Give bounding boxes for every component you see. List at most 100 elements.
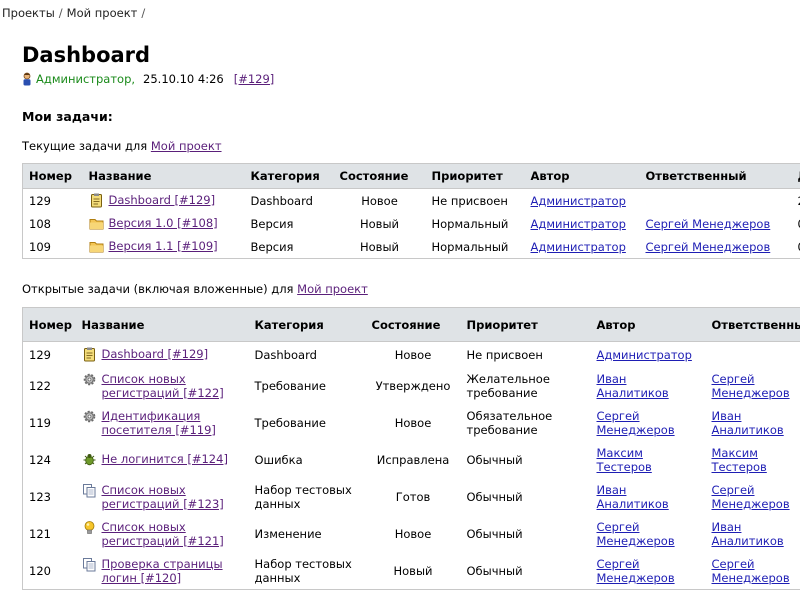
table-row[interactable]: 124 Не логинится [#124] Ошибка Исправлена Об…	[23, 441, 800, 478]
note-icon	[82, 347, 97, 362]
issue-id: 108	[29, 216, 51, 231]
column-header[interactable]: Приоритет	[460, 307, 591, 342]
table-row[interactable]: 129 Dashboard [#129] Dashboard Новое Не прис…	[23, 189, 800, 213]
author-link[interactable]: Сергей Менеджеров	[597, 557, 675, 585]
column-header[interactable]: Ответственный	[639, 163, 792, 189]
assignee-link[interactable]: Сергей Менеджеров	[712, 372, 790, 400]
issue-link[interactable]: Список новых регистраций [#122]	[102, 372, 243, 400]
breadcrumb-my-project[interactable]: Мой проект	[67, 6, 138, 20]
column-header[interactable]: Ответственный	[705, 307, 800, 342]
bug-icon	[82, 452, 97, 467]
category-cell: Ошибка	[254, 452, 303, 467]
current-tasks-label: Текущие задачи для	[22, 139, 148, 153]
issue-link[interactable]: Не логинится [#124]	[102, 452, 228, 466]
issue-id: 129	[29, 193, 51, 208]
author: Сергей Менеджеров	[591, 552, 706, 590]
column-header[interactable]: Автор	[590, 307, 706, 342]
column-header[interactable]: Автор	[524, 163, 640, 189]
category-cell: Требование	[254, 378, 326, 393]
project-link[interactable]: Мой проект	[151, 139, 222, 153]
issue-link[interactable]: Dashboard [#129]	[102, 347, 209, 361]
breadcrumb-projects[interactable]: Проекты	[2, 6, 55, 20]
category-cell: Требование	[254, 415, 326, 430]
assignee-link[interactable]: Сергей Менеджеров	[646, 240, 771, 254]
issue-id: 119	[29, 415, 51, 430]
column-header[interactable]: Название	[82, 163, 245, 189]
title-cell: Не логинится [#124]	[76, 441, 249, 478]
issue-ref-link[interactable]: [#129]	[234, 72, 275, 86]
priority-cell: Обычный	[466, 563, 523, 578]
assignee: Иван Аналитиков	[706, 404, 800, 441]
issue-id: 109	[29, 239, 51, 254]
user-icon	[23, 72, 31, 86]
assignee-link[interactable]: Сергей Менеджеров	[712, 557, 790, 585]
author-link[interactable]: Администратор	[597, 348, 692, 362]
project-link[interactable]: Мой проект	[297, 282, 368, 296]
assignee: Иван Аналитиков	[706, 515, 800, 552]
author-link[interactable]: Максим Тестеров	[597, 446, 652, 474]
folder-icon	[89, 239, 104, 254]
priority-cell: Обычный	[466, 452, 523, 467]
issue-link[interactable]: Проверка страницы логин [#120]	[102, 557, 243, 585]
assignee: Сергей Менеджеров	[706, 552, 800, 590]
table-row[interactable]: 120 Проверка страницы логин [#120] Набор т…	[23, 552, 800, 590]
table-row[interactable]: 108 Версия 1.0 [#108] Версия Новый Нормальны…	[23, 212, 800, 235]
column-header[interactable]: Приоритет	[425, 163, 525, 189]
priority-cell: Не присвоен	[466, 347, 543, 362]
extra-cell: 0	[792, 212, 800, 235]
author-link[interactable]: Сергей Менеджеров	[597, 409, 675, 437]
table-row[interactable]: 119 Идентификация посетителя [#119] Требов…	[23, 404, 800, 441]
table-row[interactable]: 109 Версия 1.1 [#109] Версия Новый Нормальны…	[23, 235, 800, 259]
priority-cell: Обычный	[466, 526, 523, 541]
page-title: Dashboard	[22, 43, 151, 67]
author-link[interactable]: Сергей Менеджеров	[597, 520, 675, 548]
table-row[interactable]: 123 Список новых регистраций [#123] Набор …	[23, 478, 800, 515]
current-tasks-table: Номер Название Категория Состояние Приор…	[22, 163, 800, 259]
column-header[interactable]: Категория	[248, 307, 366, 342]
table-row[interactable]: 121 Список новых регистраций [#121] Измене…	[23, 515, 800, 552]
issue-link[interactable]: Версия 1.1 [#109]	[109, 239, 218, 253]
column-header[interactable]: Номер	[22, 307, 76, 342]
author-link[interactable]: Иван Аналитиков	[597, 483, 669, 511]
author-link[interactable]: Администратор	[531, 217, 626, 231]
assignee	[706, 342, 800, 368]
priority-cell: Нормальный	[431, 239, 509, 254]
table-row[interactable]: 122 Список новых регистраций [#122] Требов…	[23, 367, 800, 404]
issue-link[interactable]: Список новых регистраций [#121]	[102, 520, 243, 548]
column-header[interactable]: Состояние	[333, 163, 426, 189]
author-link[interactable]: Администратор	[531, 240, 626, 254]
author: Администратор	[525, 189, 640, 213]
table-header-row: Номер Название Категория Состояние Приор…	[22, 163, 800, 189]
issue-link[interactable]: Dashboard [#129]	[109, 193, 216, 207]
breadcrumb-separator: /	[141, 6, 146, 20]
open-tasks-label: Открытые задачи (включая вложенные) для	[22, 282, 294, 296]
column-header[interactable]: Номер	[22, 163, 83, 189]
column-header[interactable]: Д	[791, 163, 800, 189]
column-header[interactable]: Название	[75, 307, 249, 342]
column-header[interactable]: Состояние	[365, 307, 461, 342]
assignee-link[interactable]: Сергей Менеджеров	[712, 483, 790, 511]
note-icon	[89, 193, 104, 208]
title-cell: Идентификация посетителя [#119]	[76, 404, 249, 441]
column-header[interactable]: Категория	[244, 163, 334, 189]
table-row[interactable]: 129 Dashboard [#129] Dashboard Новое Не прис…	[23, 342, 800, 368]
priority-cell: Желательное требование	[466, 371, 550, 400]
assignee: Максим Тестеров	[706, 441, 800, 478]
issue-link[interactable]: Версия 1.0 [#108]	[109, 216, 218, 230]
assignee-link[interactable]: Иван Аналитиков	[712, 409, 784, 437]
category-cell: Версия	[250, 216, 294, 231]
title-cell: Dashboard [#129]	[83, 189, 245, 213]
status-cell: Новое	[361, 193, 398, 208]
current-tasks-caption: Текущие задачи для Мой проект	[22, 139, 222, 153]
issue-link[interactable]: Список новых регистраций [#123]	[102, 483, 243, 511]
assignee-link[interactable]: Сергей Менеджеров	[646, 217, 771, 231]
author: Иван Аналитиков	[591, 478, 706, 515]
status-cell: Новый	[393, 563, 433, 578]
status-cell: Новое	[394, 347, 432, 362]
assignee-link[interactable]: Максим Тестеров	[712, 446, 767, 474]
author-link[interactable]: Администратор	[531, 194, 626, 208]
issue-link[interactable]: Идентификация посетителя [#119]	[102, 409, 243, 437]
assignee: Сергей Менеджеров	[706, 478, 800, 515]
author-link[interactable]: Иван Аналитиков	[597, 372, 669, 400]
assignee-link[interactable]: Иван Аналитиков	[712, 520, 784, 548]
